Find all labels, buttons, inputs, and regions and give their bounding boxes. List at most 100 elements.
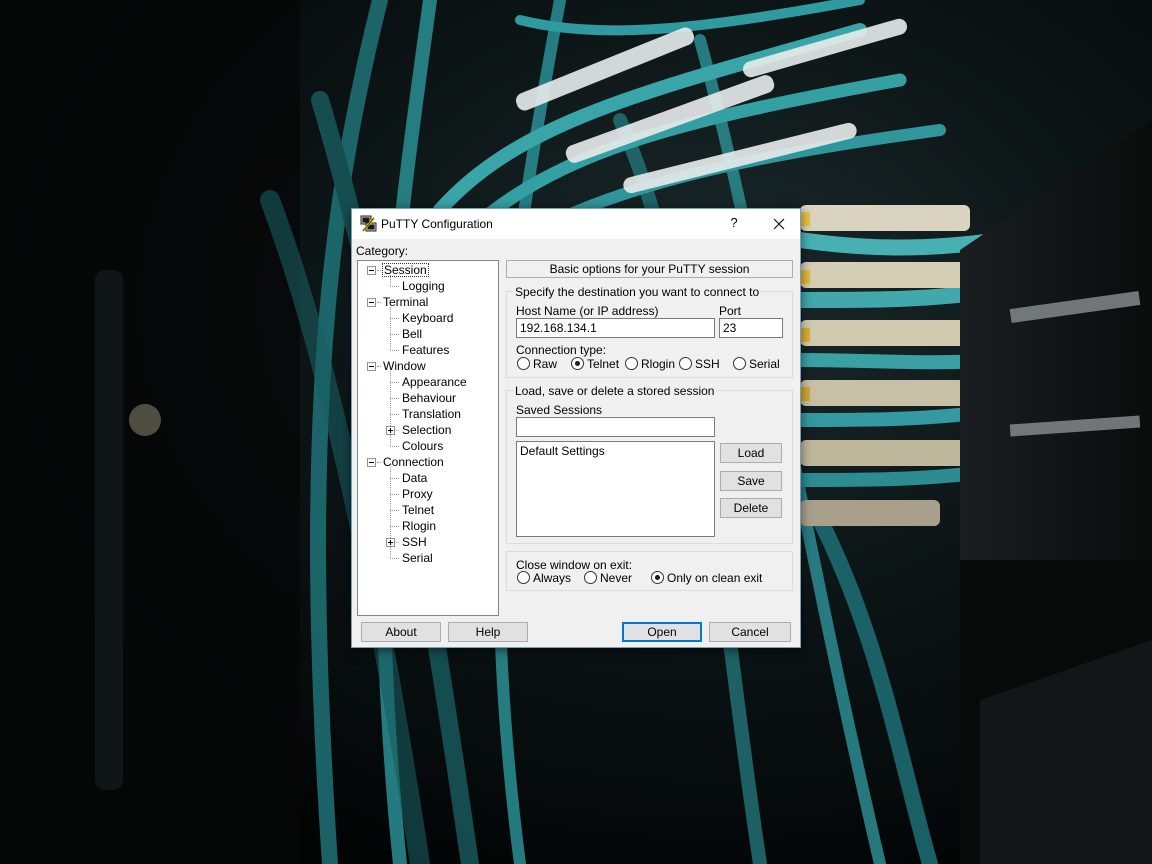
tree-item-connection[interactable]: Connection <box>382 455 445 469</box>
tree-item-proxy[interactable]: Proxy <box>401 487 434 501</box>
radio-telnet-circle <box>571 357 584 370</box>
tree-connector-line <box>377 270 381 271</box>
radio-never-label: Never <box>600 571 633 585</box>
radio-telnet[interactable]: Telnet <box>571 357 621 371</box>
radio-never[interactable]: Never <box>584 571 636 585</box>
radio-only-on-clean-exit-label: Only on clean exit <box>667 571 763 585</box>
radio-ssh-label: SSH <box>695 357 720 371</box>
radio-only-on-clean-exit[interactable]: Only on clean exit <box>651 571 763 585</box>
radio-raw-circle <box>517 357 530 370</box>
collapse-icon[interactable] <box>367 362 376 371</box>
tree-connector-line <box>390 398 399 399</box>
putty-app-icon <box>360 215 377 232</box>
saved-sessions-list[interactable]: Default Settings <box>516 441 715 537</box>
port-label: Port <box>719 304 742 318</box>
putty-configuration-dialog: PuTTY Configuration ? Category: Session L… <box>351 208 801 648</box>
list-item[interactable]: Default Settings <box>517 442 714 460</box>
help-question-button[interactable]: ? <box>723 215 745 233</box>
expand-icon[interactable] <box>386 538 395 547</box>
tree-item-behaviour[interactable]: Behaviour <box>401 391 457 405</box>
tree-connector-line <box>377 462 381 463</box>
close-icon[interactable] <box>768 213 790 235</box>
radio-selected-dot <box>655 575 660 580</box>
port-input[interactable]: 23 <box>719 318 783 338</box>
category-label: Category: <box>356 244 409 258</box>
tree-connector-line <box>390 478 391 494</box>
tree-connector-line <box>390 398 391 414</box>
tree-item-appearance[interactable]: Appearance <box>401 375 468 389</box>
tree-item-bell[interactable]: Bell <box>401 327 423 341</box>
save-button[interactable]: Save <box>720 471 782 491</box>
expand-icon[interactable] <box>386 426 395 435</box>
collapse-icon[interactable] <box>367 298 376 307</box>
radio-ssh-circle <box>679 357 692 370</box>
delete-button[interactable]: Delete <box>720 498 782 518</box>
radio-rlogin-circle <box>625 357 638 370</box>
tree-connector-line <box>390 318 391 334</box>
radio-always-label: Always <box>533 571 572 585</box>
saved-sessions-label: Saved Sessions <box>516 403 603 417</box>
radio-always[interactable]: Always <box>517 571 572 585</box>
cancel-button[interactable]: Cancel <box>709 622 791 642</box>
tree-item-keyboard[interactable]: Keyboard <box>401 311 454 325</box>
radio-selected-dot <box>575 361 580 366</box>
window-title: PuTTY Configuration <box>381 217 493 231</box>
radio-rlogin[interactable]: Rlogin <box>625 357 675 371</box>
expander-glyph-horizontal <box>369 270 374 271</box>
tree-connector-line <box>390 318 399 319</box>
tree-item-ssh[interactable]: SSH <box>401 535 428 549</box>
tree-connector-line <box>390 382 399 383</box>
tree-connector-line <box>390 350 399 351</box>
destination-group-label: Specify the destination you want to conn… <box>513 285 762 299</box>
expander-glyph-horizontal <box>369 366 374 367</box>
tree-item-colours[interactable]: Colours <box>401 439 444 453</box>
tree-connector-line <box>390 510 391 526</box>
tree-item-serial[interactable]: Serial <box>401 551 434 565</box>
tree-item-data[interactable]: Data <box>401 471 428 485</box>
tree-item-window[interactable]: Window <box>382 359 427 373</box>
tree-connector-line <box>390 446 399 447</box>
tree-item-session[interactable]: Session <box>382 263 429 277</box>
radio-ssh[interactable]: SSH <box>679 357 721 371</box>
tree-item-telnet[interactable]: Telnet <box>401 503 435 517</box>
tree-item-rlogin[interactable]: Rlogin <box>401 519 437 533</box>
tree-item-logging[interactable]: Logging <box>401 279 446 293</box>
tree-connector-line <box>390 334 399 335</box>
tree-item-translation[interactable]: Translation <box>401 407 462 421</box>
radio-serial[interactable]: Serial <box>733 357 780 371</box>
expander-glyph-horizontal <box>369 462 374 463</box>
tree-item-features[interactable]: Features <box>401 343 450 357</box>
tree-connector-line <box>377 366 381 367</box>
open-button[interactable]: Open <box>622 622 702 642</box>
title-bar[interactable]: PuTTY Configuration ? <box>352 209 800 239</box>
tree-item-selection[interactable]: Selection <box>401 423 452 437</box>
expander-glyph-vertical <box>390 428 391 433</box>
tree-connector-line <box>390 526 399 527</box>
collapse-icon[interactable] <box>367 266 376 275</box>
collapse-icon[interactable] <box>367 458 376 467</box>
about-button[interactable]: About <box>361 622 441 642</box>
host-name-label: Host Name (or IP address) <box>516 304 659 318</box>
tree-connector-line <box>390 478 399 479</box>
category-tree[interactable]: Session Logging Terminal Keyboard Bell Featur… <box>357 260 499 616</box>
stored-session-group-label: Load, save or delete a stored session <box>513 384 717 398</box>
tree-connector-line <box>377 302 381 303</box>
radio-only-on-clean-exit-circle <box>651 571 664 584</box>
panel-header: Basic options for your PuTTY session <box>506 260 793 278</box>
radio-always-circle <box>517 571 530 584</box>
saved-sessions-input[interactable] <box>516 417 715 437</box>
radio-raw-label: Raw <box>533 357 558 371</box>
tree-item-terminal[interactable]: Terminal <box>382 295 429 309</box>
help-button[interactable]: Help <box>448 622 528 642</box>
radio-serial-label: Serial <box>749 357 780 371</box>
tree-connector-line <box>390 414 399 415</box>
radio-rlogin-label: Rlogin <box>641 357 676 371</box>
connection-type-label: Connection type: <box>516 343 607 357</box>
radio-raw[interactable]: Raw <box>517 357 557 371</box>
radio-never-circle <box>584 571 597 584</box>
radio-telnet-label: Telnet <box>587 357 620 371</box>
load-button[interactable]: Load <box>720 443 782 463</box>
host-name-input[interactable]: 192.168.134.1 <box>516 318 715 338</box>
radio-serial-circle <box>733 357 746 370</box>
tree-connector-line <box>390 510 399 511</box>
